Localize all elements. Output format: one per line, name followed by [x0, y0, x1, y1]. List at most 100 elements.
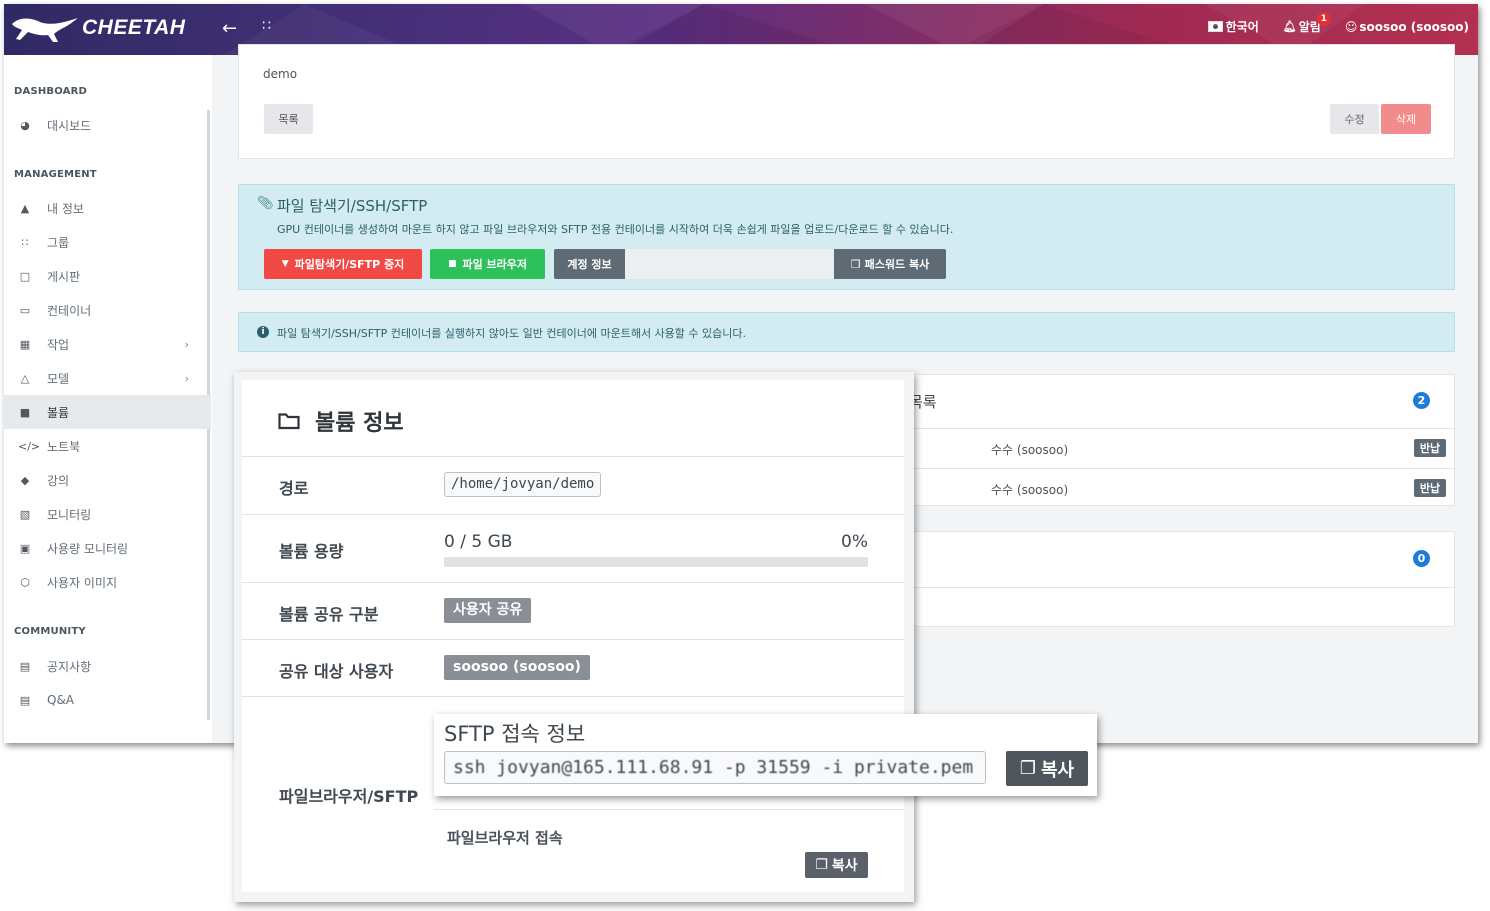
path-label: 경로	[279, 479, 309, 498]
capacity-progress-bar	[444, 557, 868, 567]
list-button[interactable]: 목록	[264, 104, 313, 134]
file-browser-button[interactable]: ■ 파일 브라우저	[430, 249, 545, 279]
section-management: MANAGEMENT	[14, 169, 97, 180]
sidebar-item-monitoring[interactable]: ▧ 모니터링	[4, 497, 211, 531]
sidebar-item-label: 사용자 이미지	[47, 575, 118, 590]
sidebar-item-board[interactable]: □ 게시판	[4, 259, 211, 293]
return-button[interactable]: 반납	[1414, 479, 1446, 497]
edit-button[interactable]: 수정	[1330, 104, 1379, 134]
account-info-field[interactable]	[625, 249, 834, 279]
user-menu[interactable]: ☺ soosoo (soosoo)	[1345, 20, 1469, 34]
copy-label: 복사	[1041, 759, 1075, 781]
graduation-cap-icon: ◆	[20, 473, 30, 487]
sftp-copy-button[interactable]: ❐ 복사	[1006, 751, 1088, 786]
capacity-value: 0 / 5 GB	[444, 532, 513, 552]
sidebar-item-qna[interactable]: ▤ Q&A	[4, 683, 211, 717]
sidebar-item-volume[interactable]: ■ 볼륨	[4, 395, 211, 429]
sidebar-item-group[interactable]: ∷ 그룹	[4, 225, 211, 259]
code-icon: </>	[18, 439, 41, 453]
sidebar-item-my-info[interactable]: ▲ 내 정보	[4, 191, 211, 225]
sidebar-item-container[interactable]: ▭ 컨테이너	[4, 293, 211, 327]
copy-icon: ❐	[1019, 758, 1036, 779]
stop-sftp-button[interactable]: ▼ 파일탐색기/SFTP 중지	[264, 249, 422, 279]
monitor-icon: ▭	[19, 303, 31, 317]
sidebar-item-lecture[interactable]: ◆ 강의	[4, 463, 211, 497]
chart-icon: ▧	[19, 507, 31, 521]
chevron-right-icon: ›	[184, 371, 189, 385]
capacity-percent: 0%	[841, 532, 868, 552]
volume-info-title: 볼륨 정보	[315, 411, 404, 436]
sidebar-item-usage-monitoring[interactable]: ▣ 사용량 모니터링	[4, 531, 211, 565]
bell-icon: 🔔︎	[1282, 20, 1297, 33]
copy-label: 복사	[831, 858, 858, 874]
file-browser-label: 파일 브라우저	[462, 258, 528, 271]
sidebar-item-label: 게시판	[47, 269, 81, 284]
sidebar-item-user-images[interactable]: ⬡ 사용자 이미지	[4, 565, 211, 599]
notice-box: i 파일 탐색기/SSH/SFTP 컨테이너를 실행하지 않아도 일반 컨테이너…	[238, 312, 1455, 352]
share-users-row: 공유 대상 사용자 soosoo (soosoo)	[242, 639, 904, 696]
stop-sftp-label: 파일탐색기/SFTP 중지	[294, 258, 405, 271]
sidebar-item-notice[interactable]: ▤ 공지사항	[4, 649, 211, 683]
copy-password-label: 패스워드 복사	[864, 258, 930, 271]
sidebar-item-label: 볼륨	[47, 405, 70, 420]
share-users-label: 공유 대상 사용자	[279, 662, 394, 681]
sidebar-item-label: 노트북	[47, 439, 81, 454]
back-arrow-icon[interactable]: ←	[222, 18, 237, 39]
sidebar-item-label: 사용량 모니터링	[47, 541, 129, 556]
board-icon: □	[19, 269, 31, 283]
sidebar-item-jobs[interactable]: ▦ 작업 ›	[4, 327, 211, 361]
fullscreen-icon[interactable]: ∷	[262, 18, 271, 34]
bell-icon: △	[20, 371, 30, 385]
file-browser-sftp-label: 파일브라우저/SFTP	[279, 787, 419, 806]
browser-access-copy-button[interactable]: ❐ 복사	[805, 852, 868, 878]
section-community: COMMUNITY	[14, 626, 86, 637]
comments-icon: ▤	[19, 693, 31, 707]
sidebar-item-label: 모델	[47, 371, 70, 386]
copy-icon: ❐	[815, 857, 828, 873]
return-button[interactable]: 반납	[1414, 439, 1446, 457]
file-explorer-sftp-box: 📎︎ 파일 탐색기/SSH/SFTP GPU 컨테이너를 생성하여 마운트 하지…	[238, 184, 1455, 290]
sftp-box-title: 파일 탐색기/SSH/SFTP	[277, 197, 428, 215]
browser-access-section: 파일브라우저 접속 ❐ 복사	[434, 809, 904, 892]
capacity-row: 볼륨 용량 0 / 5 GB 0%	[242, 514, 904, 582]
sidebar-item-label: 컨테이너	[47, 303, 92, 318]
share-type-badge: 사용자 공유	[444, 598, 532, 623]
sidebar-item-label: 강의	[47, 473, 70, 488]
folder-icon	[278, 413, 300, 430]
sidebar-item-model[interactable]: △ 모델 ›	[4, 361, 211, 395]
sftp-connection-popout: SFTP 접속 정보 ssh jovyan@165.111.68.91 -p 3…	[434, 714, 1097, 796]
language-selector[interactable]: 한국어	[1207, 18, 1259, 35]
notice-text: 파일 탐색기/SSH/SFTP 컨테이너를 실행하지 않아도 일반 컨테이너에 …	[277, 327, 747, 340]
sidebar: DASHBOARD ◕ 대시보드 MANAGEMENT ▲ 내 정보 ∷ 그룹 …	[4, 55, 212, 743]
sidebar-item-label: 대시보드	[47, 118, 92, 133]
notifications-button[interactable]: 🔔︎ 알림 1	[1282, 12, 1331, 35]
user-name: soosoo (soosoo)	[1359, 19, 1469, 34]
language-label: 한국어	[1225, 20, 1259, 34]
account-info-button[interactable]: 계정 정보	[554, 249, 625, 279]
cheetah-logo[interactable]: CHEETAH	[10, 12, 185, 44]
sidebar-item-label: 공지사항	[47, 659, 92, 674]
folder-icon: ■	[19, 405, 31, 419]
share-user-badge: soosoo (soosoo)	[444, 655, 590, 680]
volume-info-zoom-panel: 볼륨 정보 경로 /home/jovyan/demo 볼륨 용량 0 / 5 G…	[234, 372, 914, 902]
volume-header-card: demo 목록 수정 삭제	[238, 44, 1455, 159]
sidebar-item-notebook[interactable]: </> 노트북	[4, 429, 211, 463]
sidebar-item-dashboard[interactable]: ◕ 대시보드	[4, 108, 211, 142]
copy-password-button[interactable]: ❐ 패스워드 복사	[834, 249, 946, 279]
navbar-right: 한국어 🔔︎ 알림 1 ☺ soosoo (soosoo)	[1184, 12, 1469, 35]
delete-button[interactable]: 삭제	[1381, 104, 1431, 134]
dashboard-icon: ◕	[20, 118, 30, 132]
sftp-command-field[interactable]: ssh jovyan@165.111.68.91 -p 31559 -i pri…	[444, 751, 986, 784]
group-icon: ∷	[21, 235, 29, 249]
share-type-row: 볼륨 공유 구분 사용자 공유	[242, 582, 904, 639]
row-user: 수수 (soosoo)	[991, 443, 1069, 457]
cheetah-icon	[12, 18, 78, 42]
path-row: 경로 /home/jovyan/demo	[242, 456, 904, 514]
info-icon: i	[257, 326, 269, 338]
korea-flag-icon	[1207, 21, 1223, 32]
user-icon: ☺	[1344, 19, 1358, 34]
sftp-box-description: GPU 컨테이너를 생성하여 마운트 하지 않고 파일 브라우저와 SFTP 전…	[277, 223, 954, 236]
sidebar-item-label: 그룹	[47, 235, 70, 250]
image-icon: ⬡	[20, 575, 30, 589]
file-icon: ■	[447, 259, 457, 269]
